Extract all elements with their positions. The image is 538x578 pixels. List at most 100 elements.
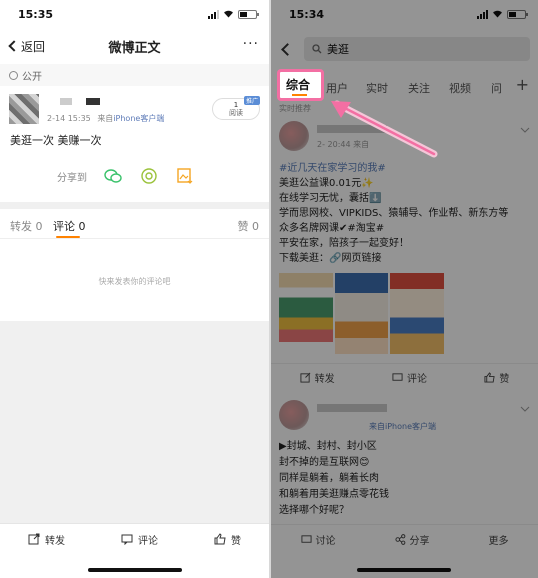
card-line: 学而思网校、VIPKIDS、猿辅导、作业帮、新东方等 [279,208,509,219]
promo-tag: 推广 [243,96,260,105]
search-result-card: 来自iPhone客户端 ▶封城、封村、封小区 封不掉的是互联网😊 同样是躺着，躺… [271,396,538,526]
card-images [279,273,445,354]
bottom-action-bar: 讨论 分享 更多 [271,524,538,554]
comment-icon [300,535,312,543]
comment-button[interactable]: 评论 [121,532,158,547]
back-label: 返回 [21,39,46,54]
page-title: 微博正文 [108,40,161,56]
comment-icon [392,373,403,381]
read-label: 阅读 [229,109,243,117]
highlighted-tab-label: 综合 [286,78,311,92]
card-line: 和躺着用美逛赚点零花钱 [279,489,389,500]
chevron-left-icon [8,40,20,52]
tab-video[interactable]: 视频 [449,80,471,96]
more-button[interactable]: ··· [243,36,259,52]
tab-repost[interactable]: 转发 0 [10,218,43,234]
search-icon [312,44,322,54]
comment-label: 评论 [406,374,427,385]
home-indicator [357,568,451,572]
comment-button[interactable]: 评论 [392,370,427,385]
comment-tabs: 转发 0 评论 0 赞 0 [0,209,269,239]
battery-icon [507,9,528,19]
avatar[interactable] [9,94,39,124]
chevron-down-icon[interactable] [520,127,530,133]
discuss-button[interactable]: 讨论 [300,532,336,547]
card-image[interactable] [279,273,333,354]
visibility-bar: 公开 [0,64,269,86]
card-image[interactable] [334,273,389,354]
like-label: 赞 [499,374,510,385]
wechat-icon[interactable] [103,166,123,186]
username-redacted[interactable] [60,98,108,105]
card-actions: 转发 评论 赞 [271,363,538,391]
card-image[interactable] [390,273,445,354]
card-line: 封不掉的是互联网😊 [279,457,370,468]
avatar[interactable] [279,121,309,151]
post-meta: 2-14 15:35 来自iPhone客户端 [47,113,164,124]
discuss-label: 讨论 [315,536,336,547]
right-phone-screen: 15:34 美逛 综合 用户 实时 关注 视频 问 + 实时推荐 2- 20:4… [271,0,538,578]
share-button[interactable]: 分享 [394,532,430,547]
card-line[interactable]: #近几天在家学习的我# [279,161,530,176]
card-line: 同样是躺着，躺着长肉 [279,473,379,484]
active-tab-underline [56,236,80,238]
card-line: 平安在家，陪孩子一起变好！ [279,238,409,249]
repost-icon [28,533,40,545]
visibility-label: 公开 [22,71,42,83]
like-label: 赞 [231,535,241,547]
avatar[interactable] [279,400,309,430]
username-blurred[interactable] [317,404,387,412]
pointer-arrow-icon [331,100,438,158]
share-label: 分享到 [57,172,87,184]
card-text: #近几天在家学习的我# 美逛公益课0.01元✨ 在线学习无忧，囊括⬇️ 学而思网… [279,161,530,266]
search-row: 美逛 [271,34,538,64]
card-line: ▶封城、封村、封小区 [279,441,377,452]
status-bar: 15:34 [271,0,538,28]
thumbs-up-icon [484,372,495,383]
card-header-snippet: 实时推荐 [279,104,311,113]
chevron-left-icon[interactable] [281,42,294,56]
home-indicator [88,568,182,572]
add-tab-icon[interactable]: + [516,75,529,94]
repost-button[interactable]: 转发 [300,370,335,385]
repost-label: 转发 [314,374,335,385]
back-button[interactable]: 返回 [8,28,45,64]
repost-button[interactable]: 转发 [28,532,65,547]
status-time: 15:34 [289,7,325,21]
status-bar: 15:35 [0,0,269,28]
status-time: 15:35 [18,7,54,21]
tab-qa[interactable]: 问 [491,80,502,96]
save-image-icon[interactable] [175,166,195,186]
search-input[interactable]: 美逛 [304,37,530,61]
like-button[interactable]: 赞 [214,532,241,547]
source-prefix: 来自 [97,114,114,123]
post-source[interactable]: iPhone客户端 [113,114,164,123]
wifi-icon [224,10,233,18]
tab-comment[interactable]: 评论 0 [53,218,86,234]
card-line[interactable]: 下载美逛：🔗网页链接 [279,251,530,266]
share-label: 分享 [409,536,430,547]
chevron-down-icon[interactable] [520,406,530,412]
more-button[interactable]: 更多 [489,532,509,547]
highlighted-tab-all[interactable]: 综合 [277,69,324,101]
more-label: 更多 [488,536,509,547]
moments-icon[interactable] [139,166,159,186]
signal-icon [477,9,488,19]
signal-icon [208,9,219,19]
comment-label: 评论 [138,535,158,547]
like-button[interactable]: 赞 [484,370,509,385]
left-phone-screen: 15:35 返回 微博正文 ··· 公开 2-14 15:35 来自iPhone… [0,0,269,578]
empty-comments-text: 快来发表你的评论吧 [98,277,171,286]
wifi-icon [493,10,502,18]
card-line: 在线学习无忧，囊括⬇️ [279,193,382,204]
nav-bar: 返回 微博正文 ··· [0,28,269,64]
tab-like[interactable]: 赞 0 [238,218,260,234]
card-meta: 来自iPhone客户端 [369,422,437,431]
empty-comments: 快来发表你的评论吧 [0,239,269,321]
post-time: 2-14 15:35 [47,114,91,123]
bottom-action-bar: 转发 评论 赞 [0,523,269,578]
comment-icon [121,534,133,545]
share-row: 分享到 [57,166,195,186]
globe-icon [9,70,18,80]
search-value: 美逛 [327,43,349,56]
